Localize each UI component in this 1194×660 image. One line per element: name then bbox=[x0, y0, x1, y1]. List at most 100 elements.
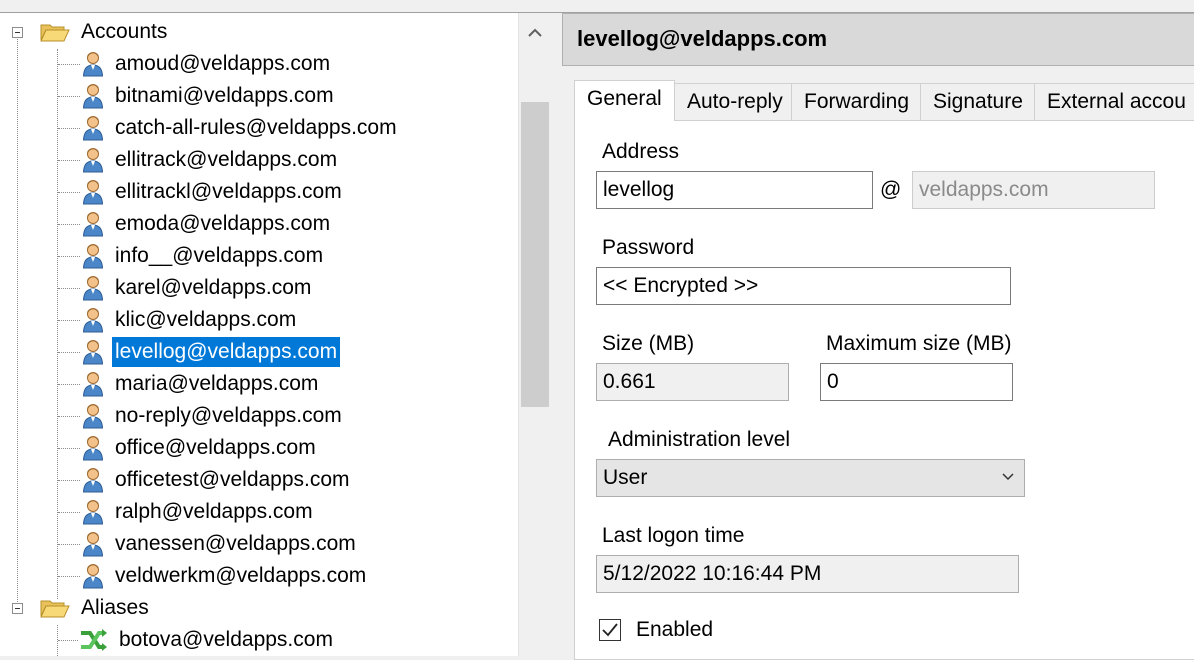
account-tree-item[interactable]: no-reply@veldapps.com bbox=[82, 400, 345, 432]
scrollbar-thumb[interactable] bbox=[521, 102, 549, 407]
user-icon bbox=[82, 435, 104, 461]
account-title: levellog@veldapps.com bbox=[577, 26, 828, 51]
account-tree-item[interactable]: veldwerkm@veldapps.com bbox=[82, 560, 369, 592]
tab-external-accounts[interactable]: External accou bbox=[1034, 83, 1194, 120]
user-icon bbox=[82, 243, 104, 269]
account-tree-item[interactable]: vanessen@veldapps.com bbox=[82, 528, 359, 560]
tab-general[interactable]: General bbox=[574, 80, 675, 121]
account-tree-item[interactable]: bitnami@veldapps.com bbox=[82, 80, 337, 112]
account-tree-item[interactable]: emoda@veldapps.com bbox=[82, 208, 333, 240]
tree-connector bbox=[58, 160, 80, 161]
accounts-tree[interactable]: Accounts amoud@veldapps.com bitnami@velda… bbox=[0, 13, 518, 656]
account-label: klic@veldapps.com bbox=[115, 308, 297, 331]
user-icon bbox=[82, 403, 104, 429]
scroll-up-arrow-icon[interactable] bbox=[519, 13, 551, 53]
account-tree-item[interactable]: officetest@veldapps.com bbox=[82, 464, 353, 496]
tree-connector bbox=[58, 128, 80, 129]
collapse-aliases-toggle[interactable] bbox=[12, 603, 23, 614]
collapse-accounts-toggle[interactable] bbox=[12, 27, 23, 38]
address-label: Address bbox=[602, 140, 680, 163]
user-icon bbox=[82, 307, 104, 333]
tree-connector bbox=[58, 352, 80, 353]
account-label: officetest@veldapps.com bbox=[115, 468, 350, 491]
account-label: veldwerkm@veldapps.com bbox=[115, 564, 367, 587]
tree-connector bbox=[58, 192, 80, 193]
user-icon bbox=[82, 371, 104, 397]
user-icon bbox=[82, 339, 104, 365]
account-tree-item[interactable]: levellog@veldapps.com bbox=[82, 336, 341, 368]
size-label: Size (MB) bbox=[602, 332, 695, 355]
enabled-checkbox[interactable] bbox=[599, 619, 621, 641]
password-input[interactable]: << Encrypted >> bbox=[596, 267, 1011, 305]
tree-connector bbox=[17, 37, 18, 610]
user-icon bbox=[82, 211, 104, 237]
tree-connector bbox=[58, 544, 80, 545]
account-tree-item[interactable]: klic@veldapps.com bbox=[82, 304, 299, 336]
tab-label: Forwarding bbox=[804, 90, 910, 113]
tree-connector bbox=[58, 64, 80, 65]
last-logon-field: 5/12/2022 10:16:44 PM bbox=[596, 555, 1019, 593]
account-tree-item[interactable]: karel@veldapps.com bbox=[82, 272, 314, 304]
last-logon-label: Last logon time bbox=[602, 524, 745, 547]
account-label: no-reply@veldapps.com bbox=[115, 404, 342, 427]
tree-node-accounts[interactable]: Accounts bbox=[78, 16, 170, 48]
admin-level-value: User bbox=[603, 466, 648, 489]
enabled-label: Enabled bbox=[636, 618, 714, 641]
admin-level-select[interactable]: User bbox=[596, 459, 1025, 497]
tree-connector bbox=[58, 320, 80, 321]
top-strip bbox=[0, 0, 1194, 13]
tree-connector bbox=[58, 416, 80, 417]
tab-label: Signature bbox=[933, 90, 1023, 113]
tab-label: Auto-reply bbox=[687, 90, 783, 113]
account-tree-item[interactable]: info__@veldapps.com bbox=[82, 240, 326, 272]
tree-connector bbox=[58, 512, 80, 513]
tab-signature[interactable]: Signature bbox=[920, 83, 1036, 120]
account-label: office@veldapps.com bbox=[115, 436, 316, 459]
user-icon bbox=[82, 115, 104, 141]
tree-connector bbox=[58, 640, 78, 641]
user-icon bbox=[82, 467, 104, 493]
user-icon bbox=[82, 83, 104, 109]
account-label: ralph@veldapps.com bbox=[115, 500, 313, 523]
max-size-input[interactable]: 0 bbox=[820, 363, 1013, 401]
user-icon bbox=[82, 499, 104, 525]
account-header: levellog@veldapps.com bbox=[562, 13, 1194, 66]
tree-connector bbox=[58, 448, 80, 449]
account-label: karel@veldapps.com bbox=[115, 276, 312, 299]
tree-node-label: Aliases bbox=[81, 596, 149, 619]
user-icon bbox=[82, 275, 104, 301]
tab-auto-reply[interactable]: Auto-reply bbox=[674, 83, 796, 120]
account-tree-item[interactable]: ellitrack@veldapps.com bbox=[82, 144, 340, 176]
account-tabs: General Auto-reply Forwarding Signature … bbox=[574, 80, 1194, 121]
chevron-down-icon bbox=[1002, 473, 1014, 481]
account-label: emoda@veldapps.com bbox=[115, 212, 331, 235]
account-label: maria@veldapps.com bbox=[115, 372, 319, 395]
user-icon bbox=[82, 179, 104, 205]
tree-connector bbox=[58, 480, 80, 481]
account-label: ellitrackl@veldapps.com bbox=[115, 180, 342, 203]
account-tree-item[interactable]: maria@veldapps.com bbox=[82, 368, 321, 400]
tree-connector bbox=[58, 384, 80, 385]
user-icon bbox=[82, 51, 104, 77]
account-tree-item[interactable]: ralph@veldapps.com bbox=[82, 496, 316, 528]
tree-node-aliases[interactable]: Aliases bbox=[78, 592, 152, 624]
folder-open-icon bbox=[40, 24, 70, 42]
user-icon bbox=[82, 563, 104, 589]
max-size-label: Maximum size (MB) bbox=[826, 332, 1012, 355]
user-icon bbox=[82, 531, 104, 557]
account-tree-item[interactable]: ellitrackl@veldapps.com bbox=[82, 176, 345, 208]
alias-icon bbox=[78, 628, 108, 652]
account-label: bitnami@veldapps.com bbox=[115, 84, 334, 107]
tab-forwarding[interactable]: Forwarding bbox=[791, 83, 923, 120]
address-user-input[interactable]: levellog bbox=[596, 171, 873, 209]
account-tree-item[interactable]: office@veldapps.com bbox=[82, 432, 319, 464]
alias-tree-item[interactable]: botova@veldapps.com bbox=[78, 624, 336, 656]
tree-connector bbox=[58, 288, 80, 289]
tab-label: General bbox=[587, 87, 662, 110]
tree-scrollbar[interactable] bbox=[518, 13, 551, 656]
splitter[interactable] bbox=[550, 13, 562, 656]
account-tree-item[interactable]: catch-all-rules@veldapps.com bbox=[82, 112, 400, 144]
account-tree-item[interactable]: amoud@veldapps.com bbox=[82, 48, 333, 80]
tree-connector bbox=[58, 256, 80, 257]
tree-connector bbox=[58, 224, 80, 225]
